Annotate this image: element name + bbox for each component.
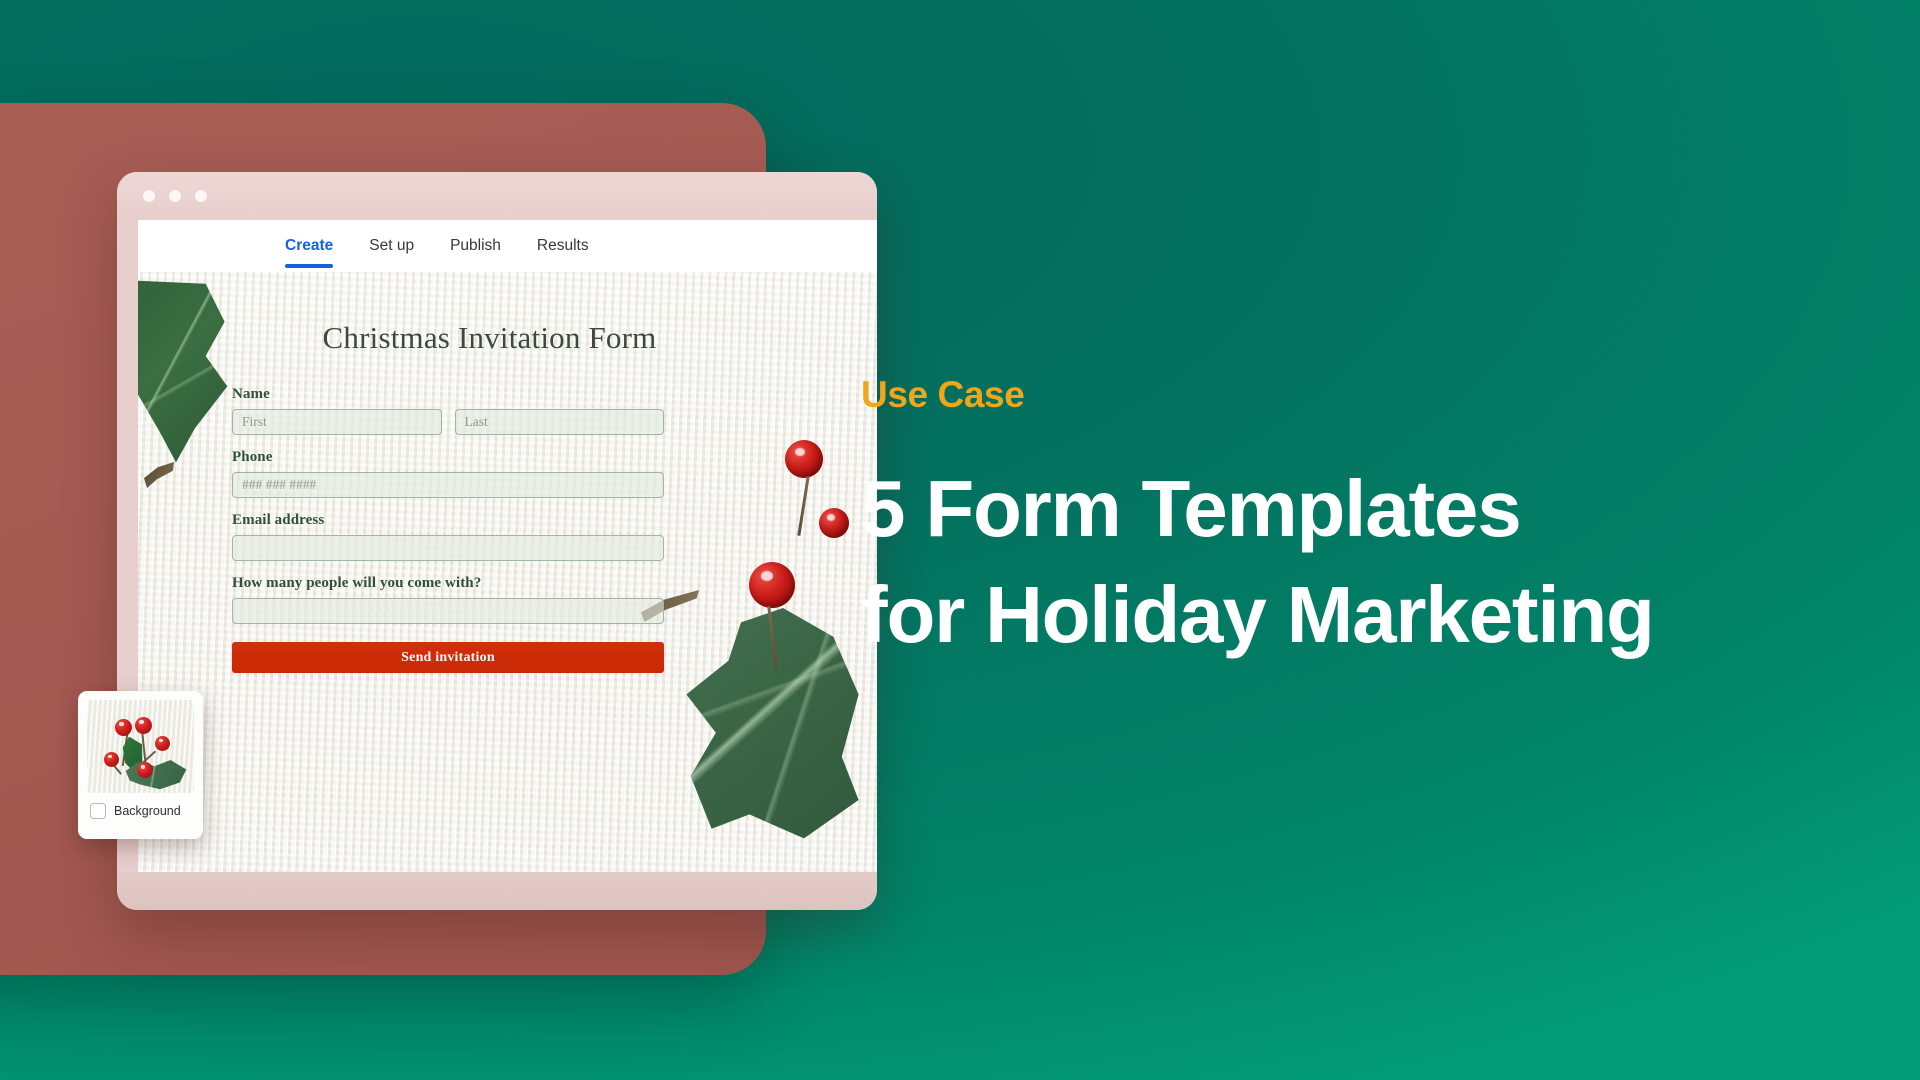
- label-phone: Phone: [232, 449, 273, 465]
- background-option-card[interactable]: Background: [78, 691, 203, 839]
- browser-window-mockup: Create Set up Publish Results Christmas …: [117, 172, 877, 910]
- label-email-address: Email address: [232, 512, 325, 528]
- browser-window-footer: [117, 872, 877, 910]
- field-group-phone: Phone ### ### ####: [232, 449, 664, 498]
- field-group-name: Name First Last: [232, 386, 664, 435]
- send-invitation-button[interactable]: Send invitation: [232, 642, 664, 673]
- maximize-dot-icon[interactable]: [195, 190, 207, 202]
- background-thumbnail: [87, 700, 194, 793]
- phone-input[interactable]: ### ### ####: [232, 472, 664, 498]
- email-input[interactable]: [232, 535, 664, 561]
- name-input-row: First Last: [232, 409, 664, 435]
- background-card-footer: Background: [87, 803, 194, 819]
- form-fields-group: Name First Last Phone ### ### #### Email…: [232, 386, 664, 673]
- field-group-email: Email address: [232, 512, 664, 561]
- tab-results[interactable]: Results: [537, 220, 589, 272]
- label-guest-count: How many people will you come with?: [232, 575, 482, 591]
- close-dot-icon[interactable]: [143, 190, 155, 202]
- guest-count-input[interactable]: [232, 598, 664, 624]
- browser-title-bar: [117, 172, 877, 220]
- browser-viewport: Create Set up Publish Results Christmas …: [138, 220, 877, 872]
- eyebrow-use-case: Use Case: [861, 374, 1025, 415]
- background-label: Background: [114, 804, 181, 818]
- background-checkbox[interactable]: [90, 803, 106, 819]
- thumb-berry-icon: [137, 762, 153, 778]
- thumb-berry-icon: [104, 752, 119, 767]
- tab-create[interactable]: Create: [285, 220, 334, 272]
- thumb-berry-icon: [155, 736, 170, 751]
- headline-line-2: for Holiday Marketing: [861, 569, 1655, 659]
- tab-set-up[interactable]: Set up: [369, 220, 414, 272]
- headline-line-1: 5 Form Templates: [861, 464, 1522, 553]
- field-group-guest-count: How many people will you come with?: [232, 575, 664, 624]
- form-builder-tab-strip: Create Set up Publish Results: [138, 220, 877, 272]
- marketing-copy-block: Use Case 5 Form Templates for Holiday Ma…: [861, 374, 1841, 667]
- first-name-input[interactable]: First: [232, 409, 442, 435]
- minimize-dot-icon[interactable]: [169, 190, 181, 202]
- last-name-input[interactable]: Last: [454, 409, 664, 435]
- form-paper-background: Christmas Invitation Form Name First Las…: [138, 272, 877, 872]
- thumb-berry-icon: [115, 719, 132, 736]
- tab-publish[interactable]: Publish: [450, 220, 501, 272]
- label-name: Name: [232, 386, 270, 402]
- form-title: Christmas Invitation Form: [322, 320, 657, 355]
- invitation-form: Christmas Invitation Form Name First Las…: [138, 272, 877, 673]
- thumb-berry-icon: [135, 717, 152, 734]
- slide-canvas: Create Set up Publish Results Christmas …: [0, 0, 1920, 1080]
